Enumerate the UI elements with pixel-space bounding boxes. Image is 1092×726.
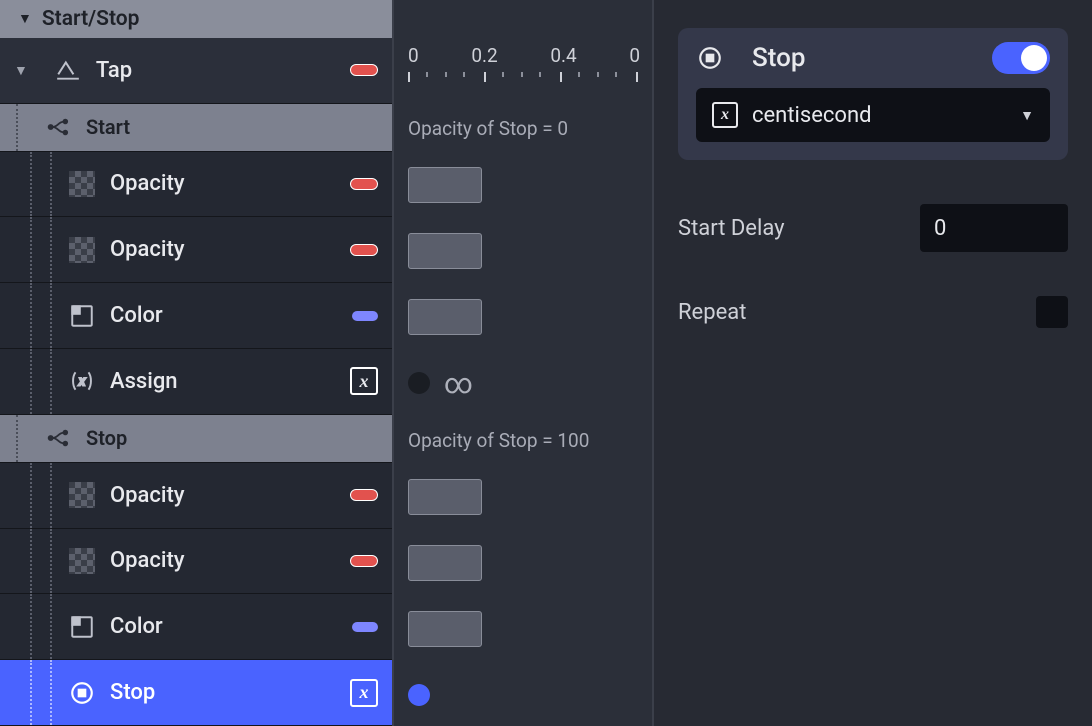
- keyframe-chip[interactable]: [408, 167, 482, 203]
- tree-item-opacity[interactable]: Opacity: [0, 217, 392, 283]
- tree-panel: ▼ Start/Stop ▼ Tap Start: [0, 0, 394, 726]
- tree-guide: [14, 152, 68, 217]
- timeline-section-label: Opacity of Stop = 100: [394, 416, 652, 464]
- infinity-icon: ∞: [444, 367, 473, 400]
- variable-badge-icon: x: [350, 679, 378, 707]
- tree-item-label: Opacity: [110, 237, 350, 262]
- tree-item-tap[interactable]: ▼ Tap: [0, 38, 392, 104]
- tree-guide: [14, 529, 68, 594]
- timeline-keyframe-row[interactable]: [394, 530, 652, 596]
- swatch-icon: [350, 64, 378, 76]
- tree-item-label: Tap: [96, 58, 350, 83]
- variable-badge-icon: x: [350, 367, 378, 395]
- chevron-down-icon: ▼: [1020, 107, 1034, 124]
- dropdown-value: centisecond: [752, 103, 1006, 128]
- keyframe-chip[interactable]: [408, 233, 482, 269]
- opacity-icon: [68, 170, 96, 198]
- tree-item-opacity[interactable]: Opacity: [0, 529, 392, 595]
- variable-icon: x: [68, 367, 96, 395]
- tree-guide: [14, 217, 68, 282]
- property-label: Start Delay: [678, 216, 920, 241]
- ruler-tick-label: 0: [408, 44, 419, 67]
- tree-item-color[interactable]: Color: [0, 283, 392, 349]
- timeline-keyframe-row[interactable]: [394, 218, 652, 284]
- timeline-stop-row[interactable]: [394, 662, 652, 726]
- tree-branch-stop[interactable]: Stop: [0, 415, 392, 463]
- timeline-assign-row[interactable]: ∞: [394, 350, 652, 416]
- start-delay-input[interactable]: 0: [920, 204, 1068, 252]
- tree-item-label: Opacity: [110, 548, 350, 573]
- variable-dropdown[interactable]: x centisecond ▼: [696, 88, 1050, 142]
- inspector-panel: Stop x centisecond ▼ Start Delay 0 Repea…: [654, 0, 1092, 726]
- timeline-section-text: Opacity of Stop = 0: [408, 117, 568, 140]
- swatch-icon: [352, 311, 378, 321]
- tree-item-label: Color: [110, 303, 352, 328]
- panel-title: Start/Stop: [42, 7, 140, 31]
- color-icon: [68, 613, 96, 641]
- inspector-card: Stop x centisecond ▼: [678, 28, 1068, 160]
- opacity-icon: [68, 236, 96, 264]
- tree-item-opacity[interactable]: Opacity: [0, 152, 392, 218]
- start-delay-value: 0: [934, 216, 946, 241]
- tree-item-label: Opacity: [110, 171, 350, 196]
- inspector-title: Stop: [752, 43, 978, 73]
- tree-branch-label: Stop: [86, 426, 378, 450]
- caret-down-icon: ▼: [14, 62, 28, 79]
- opacity-icon: [68, 547, 96, 575]
- variable-icon: x: [712, 102, 738, 128]
- timeline-ruler[interactable]: 0 0.2 0.4 0: [394, 38, 652, 104]
- caret-down-icon: ▼: [18, 10, 32, 27]
- tree-guide: [14, 660, 68, 725]
- swatch-icon: [350, 244, 378, 256]
- keyframe-chip[interactable]: [408, 545, 482, 581]
- tree-item-label: Stop: [110, 680, 350, 705]
- stop-icon: [696, 44, 724, 72]
- tree-item-stop[interactable]: Stop x: [0, 660, 392, 726]
- tree-guide: [14, 283, 68, 348]
- tree-item-opacity[interactable]: Opacity: [0, 463, 392, 529]
- keyframe-dot-icon[interactable]: [408, 372, 430, 394]
- keyframe-chip[interactable]: [408, 611, 482, 647]
- branch-icon: [44, 424, 72, 452]
- swatch-icon: [352, 622, 378, 632]
- branch-icon: [44, 113, 72, 141]
- timeline-keyframe-row[interactable]: [394, 152, 652, 218]
- timeline-section-text: Opacity of Stop = 100: [408, 429, 589, 452]
- tap-gesture-icon: [54, 56, 82, 84]
- tree-guide: [14, 463, 68, 528]
- ruler-tick-label: 0.2: [471, 44, 497, 67]
- keyframe-chip[interactable]: [408, 299, 482, 335]
- keyframe-dot-icon[interactable]: [408, 684, 430, 706]
- tree-guide: [14, 594, 68, 659]
- ruler-tick-label: 0: [629, 44, 640, 67]
- tree-item-assign[interactable]: x Assign x: [0, 349, 392, 415]
- property-label: Repeat: [678, 300, 1036, 325]
- tree-item-label: Assign: [110, 369, 350, 394]
- swatch-icon: [350, 489, 378, 501]
- keyframe-chip[interactable]: [408, 479, 482, 515]
- timeline-keyframe-row[interactable]: [394, 464, 652, 530]
- swatch-icon: [350, 555, 378, 567]
- timeline-section-label: Opacity of Stop = 0: [394, 104, 652, 152]
- tree-item-color[interactable]: Color: [0, 594, 392, 660]
- enable-toggle[interactable]: [992, 42, 1050, 74]
- property-start-delay: Start Delay 0: [678, 204, 1068, 252]
- timeline-keyframe-row[interactable]: [394, 284, 652, 350]
- panel-header[interactable]: ▼ Start/Stop: [0, 0, 392, 38]
- tree-item-label: Color: [110, 614, 352, 639]
- timeline-keyframe-row[interactable]: [394, 596, 652, 662]
- color-icon: [68, 302, 96, 330]
- property-repeat: Repeat: [678, 296, 1068, 328]
- tree-guide: [14, 349, 68, 414]
- repeat-checkbox[interactable]: [1036, 296, 1068, 328]
- tree-branch-label: Start: [86, 115, 378, 139]
- tree-item-label: Opacity: [110, 483, 350, 508]
- swatch-icon: [350, 178, 378, 190]
- svg-text:x: x: [78, 374, 87, 390]
- opacity-icon: [68, 481, 96, 509]
- timeline-panel: 0 0.2 0.4 0 Opacity o: [394, 0, 654, 726]
- tree-branch-start[interactable]: Start: [0, 104, 392, 152]
- ruler-tick-label: 0.4: [550, 44, 576, 67]
- stop-icon: [68, 679, 96, 707]
